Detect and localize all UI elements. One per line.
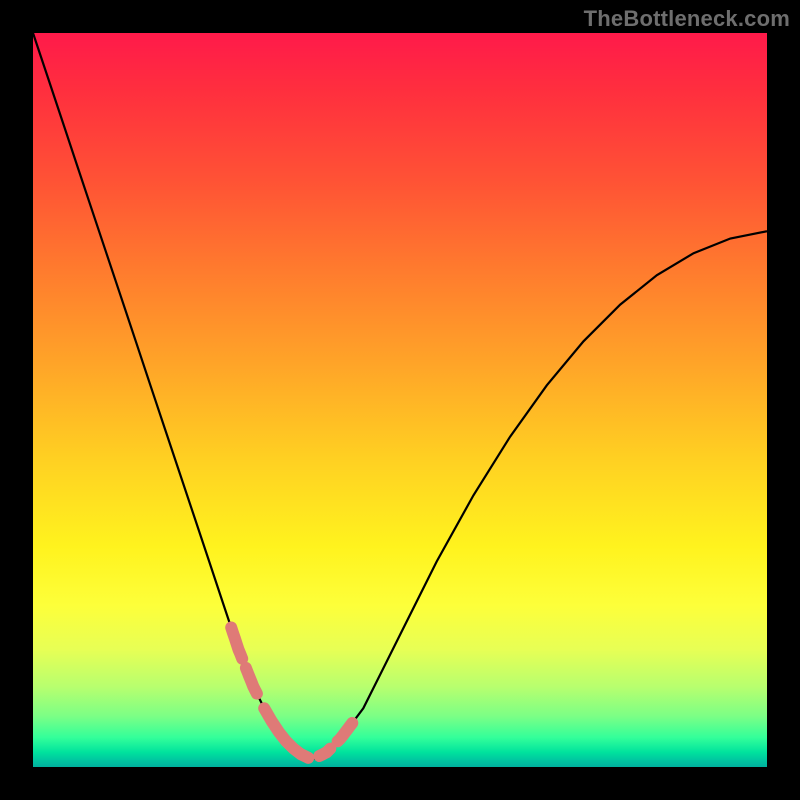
bottleneck-curve bbox=[33, 33, 767, 760]
watermark: TheBottleneck.com bbox=[584, 6, 790, 32]
bead-segment bbox=[231, 628, 242, 659]
bead-segment bbox=[246, 668, 257, 694]
curve-layer bbox=[33, 33, 767, 767]
chart-container: TheBottleneck.com bbox=[0, 0, 800, 800]
bead-segment bbox=[338, 723, 353, 741]
bead-segment bbox=[319, 749, 330, 756]
bead-segment bbox=[264, 708, 308, 758]
optimal-zone-beads bbox=[231, 628, 352, 758]
plot-area bbox=[33, 33, 767, 767]
